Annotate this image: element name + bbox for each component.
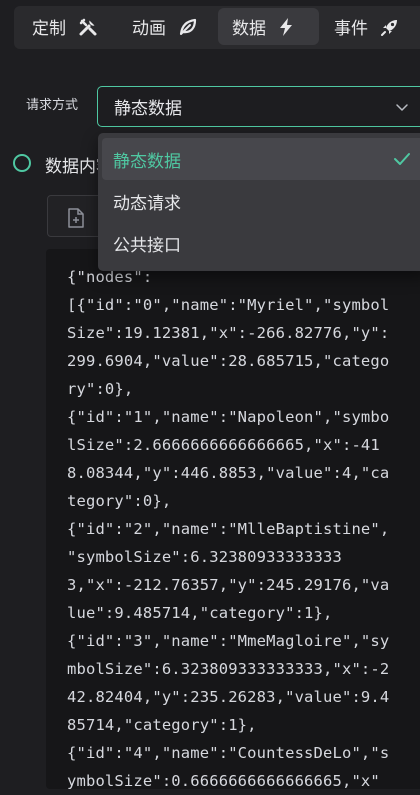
tools-icon [78, 17, 98, 37]
option-public-api[interactable]: 公共接口 [102, 222, 420, 264]
checkmark-icon [394, 153, 410, 165]
rocket-icon [380, 17, 400, 37]
request-method-value: 静态数据 [114, 99, 182, 119]
data-content-radio[interactable] [13, 154, 31, 172]
tab-label: 定制 [32, 19, 66, 39]
option-static-data[interactable]: 静态数据 [102, 138, 420, 180]
top-tab-bar: 定制 动画 数据 事件 [14, 6, 420, 49]
request-method-dropdown: 静态数据 动态请求 公共接口 [98, 133, 420, 271]
chevron-down-icon [396, 104, 408, 111]
tab-label: 数据 [232, 19, 266, 39]
option-label: 静态数据 [113, 151, 181, 172]
file-import-icon [68, 208, 84, 228]
tab-events[interactable]: 事件 [320, 8, 414, 45]
tab-label: 事件 [334, 19, 368, 39]
tab-data[interactable]: 数据 [218, 8, 319, 45]
data-code-text[interactable]: {"nodes": [{"id":"0","name":"Myriel","sy… [67, 263, 396, 795]
tab-label: 动画 [132, 19, 166, 39]
tab-animation[interactable]: 动画 [118, 8, 212, 45]
option-dynamic-request[interactable]: 动态请求 [102, 180, 420, 222]
bolt-icon [278, 17, 294, 37]
tab-customize[interactable]: 定制 [18, 8, 112, 45]
request-method-label: 请求方式 [26, 98, 79, 113]
option-label: 动态请求 [113, 193, 181, 214]
request-method-select[interactable]: 静态数据 [97, 86, 420, 127]
option-label: 公共接口 [113, 235, 181, 256]
data-code-editor[interactable]: {"nodes": [{"id":"0","name":"Myriel","sy… [46, 249, 420, 790]
leaf-icon [178, 17, 198, 37]
